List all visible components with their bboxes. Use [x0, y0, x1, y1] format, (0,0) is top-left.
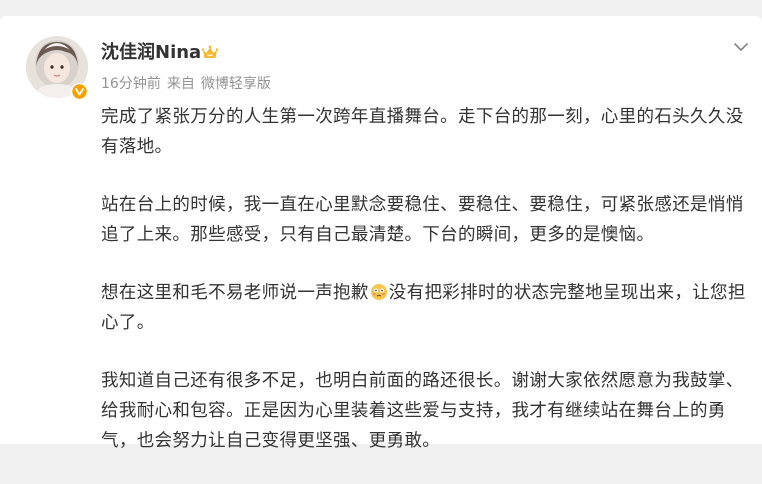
post-meta: 16分钟前 来自 微博轻享版 [101, 75, 277, 93]
chevron-down-icon[interactable] [732, 38, 750, 51]
post-paragraph-2: 站在台上的时候，我一直在心里默念要稳住、要稳住、要稳住，可紧张感还是悄悄追了上来… [101, 195, 744, 245]
source-prefix: 来自 [166, 76, 195, 92]
post-paragraph-3: 想在这里和毛不易老师说一声抱歉 没有把彩排时的状态完整地呈现出来，让您担心了。 [101, 278, 751, 338]
post-time[interactable]: 16分钟前 [101, 76, 161, 92]
post-source[interactable]: 微博轻享版 [201, 76, 271, 92]
weibo-post-card: 沈佳润Nina 16分钟前 来自 微博轻享版 完成了紧张万分的人生第一次跨年直播舞台… [0, 16, 762, 451]
flushed-face-emoji-icon [370, 281, 388, 300]
crown-icon [201, 44, 219, 62]
author-name[interactable]: 沈佳润Nina [101, 42, 201, 64]
verified-badge-icon [71, 83, 88, 100]
post-content: 完成了紧张万分的人生第一次跨年直播舞台。走下台的那一刻，心里的石头久久没有落地。… [101, 102, 751, 484]
post-paragraph-1: 完成了紧张万分的人生第一次跨年直播舞台。走下台的那一刻，心里的石头久久没有落地。 [101, 107, 744, 157]
post-paragraph-4: 我知道自己还有很多不足，也明白前面的路还很长。谢谢大家依然愿意为我鼓掌、给我耐心… [101, 371, 744, 451]
post-paragraph-3-lead: 想在这里和毛不易老师说一声抱歉 [101, 283, 369, 303]
